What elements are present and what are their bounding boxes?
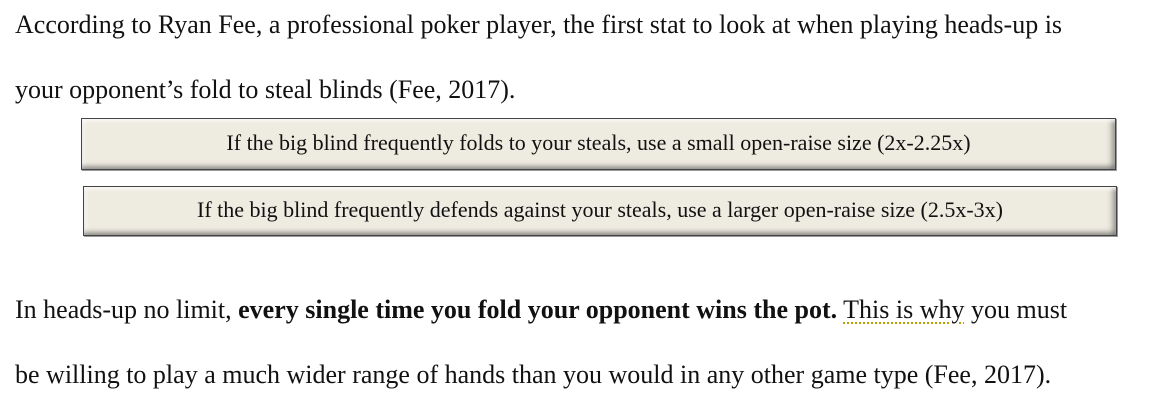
paragraph-1-line-2: your opponent’s fold to steal blinds (Fe… [15, 75, 516, 104]
grammar-flagged-text[interactable]: This is why [843, 295, 964, 324]
bold-emphasis-text: every single time you fold your opponent… [238, 295, 838, 324]
paragraph-2-line-1: In heads-up no limit, every single time … [15, 295, 1067, 325]
callout-text: If the big blind frequently defends agai… [197, 197, 1003, 222]
paragraph-2-suffix: you must [964, 295, 1068, 324]
callout-box-small-raise: If the big blind frequently folds to you… [81, 118, 1116, 170]
callout-box-larger-raise: If the big blind frequently defends agai… [83, 186, 1117, 236]
paragraph-2-prefix: In heads-up no limit, [15, 295, 239, 324]
paragraph-2-line-2: be willing to play a much wider range of… [15, 360, 1052, 389]
paragraph-1-line-1: According to Ryan Fee, a professional po… [15, 10, 1063, 39]
callout-text: If the big blind frequently folds to you… [226, 130, 971, 155]
